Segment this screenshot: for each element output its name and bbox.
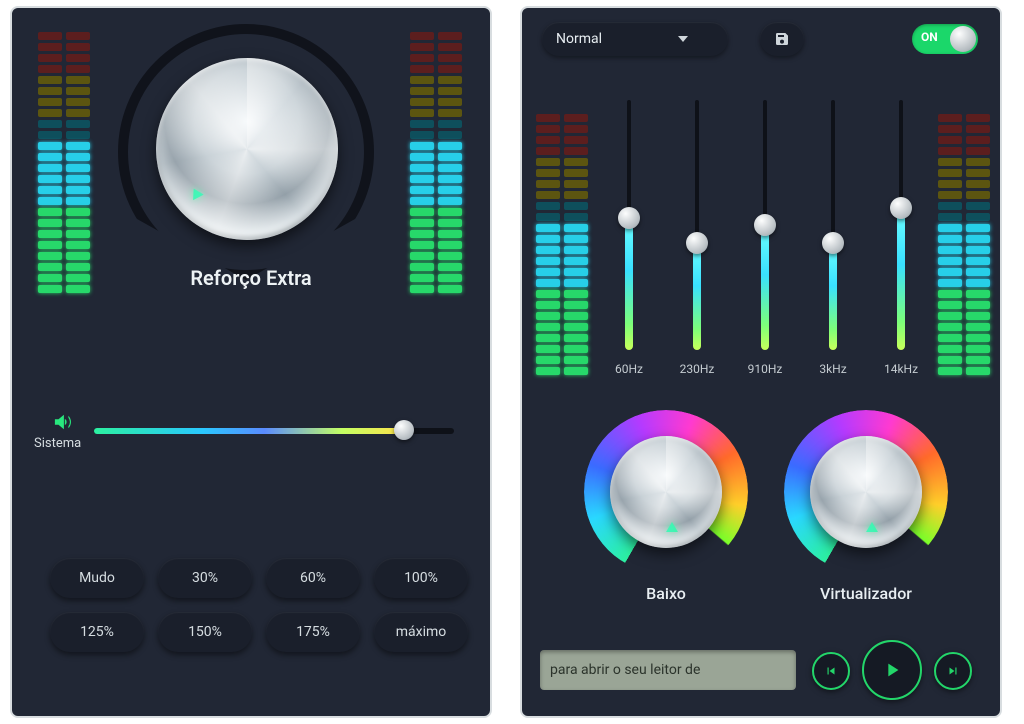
volume-slider-label: Sistema bbox=[34, 436, 81, 451]
eq-label-3khz: 3kHz bbox=[808, 362, 858, 376]
knob-indicator-icon bbox=[188, 186, 203, 200]
preset-max-button[interactable]: máximo bbox=[374, 612, 468, 652]
boost-knob[interactable] bbox=[156, 58, 338, 240]
volume-boost-panel: Reforço Extra Sistema Mudo 30% 60% 100% … bbox=[10, 6, 492, 718]
eq-label-60hz: 60Hz bbox=[604, 362, 654, 376]
preset-mute-button[interactable]: Mudo bbox=[50, 558, 144, 598]
eq-level-meter-left bbox=[536, 114, 592, 375]
preset-100-button[interactable]: 100% bbox=[374, 558, 468, 598]
level-meter-left bbox=[38, 32, 94, 293]
eq-slider-910hz[interactable] bbox=[756, 100, 774, 350]
next-track-button[interactable] bbox=[934, 652, 972, 690]
save-icon bbox=[774, 31, 790, 47]
bass-knob[interactable] bbox=[610, 436, 722, 548]
preset-150-button[interactable]: 150% bbox=[158, 612, 252, 652]
eq-label-14khz: 14kHz bbox=[876, 362, 926, 376]
preset-dropdown[interactable]: Normal bbox=[542, 22, 728, 56]
toggle-knob-icon bbox=[950, 26, 976, 52]
level-meter-right bbox=[410, 32, 466, 293]
preset-60-button[interactable]: 60% bbox=[266, 558, 360, 598]
play-button[interactable] bbox=[862, 640, 922, 700]
now-playing-text: para abrir o seu leitor de bbox=[550, 662, 700, 678]
slider-thumb[interactable] bbox=[394, 420, 414, 440]
skip-next-icon bbox=[946, 664, 960, 678]
previous-track-button[interactable] bbox=[812, 652, 850, 690]
equalizer-toggle[interactable]: ON bbox=[912, 24, 978, 54]
equalizer-panel: Normal ON 60Hz 230Hz 910Hz 3kHz 1 bbox=[520, 6, 1002, 718]
eq-level-meter-right bbox=[938, 114, 994, 375]
eq-slider-3khz[interactable] bbox=[824, 100, 842, 350]
volume-icon bbox=[52, 413, 74, 436]
virtualizer-knob[interactable] bbox=[810, 436, 922, 548]
virtualizer-knob-label: Virtualizador bbox=[784, 584, 948, 603]
preset-30-button[interactable]: 30% bbox=[158, 558, 252, 598]
bass-knob-label: Baixo bbox=[584, 584, 748, 603]
toggle-on-label: ON bbox=[921, 30, 938, 44]
preset-175-button[interactable]: 175% bbox=[266, 612, 360, 652]
knob-indicator-icon bbox=[866, 522, 878, 532]
chevron-down-icon bbox=[678, 36, 688, 42]
knob-indicator-icon bbox=[666, 522, 678, 532]
eq-slider-14khz[interactable] bbox=[892, 100, 910, 350]
now-playing-display[interactable]: para abrir o seu leitor de bbox=[540, 650, 796, 690]
eq-label-230hz: 230Hz bbox=[672, 362, 722, 376]
preset-dropdown-label: Normal bbox=[556, 31, 602, 47]
preset-125-button[interactable]: 125% bbox=[50, 612, 144, 652]
system-volume-slider[interactable] bbox=[94, 426, 454, 436]
skip-previous-icon bbox=[824, 664, 838, 678]
eq-label-910hz: 910Hz bbox=[740, 362, 790, 376]
save-preset-button[interactable] bbox=[760, 22, 804, 56]
eq-slider-230hz[interactable] bbox=[688, 100, 706, 350]
play-icon bbox=[881, 659, 903, 681]
eq-slider-60hz[interactable] bbox=[620, 100, 638, 350]
